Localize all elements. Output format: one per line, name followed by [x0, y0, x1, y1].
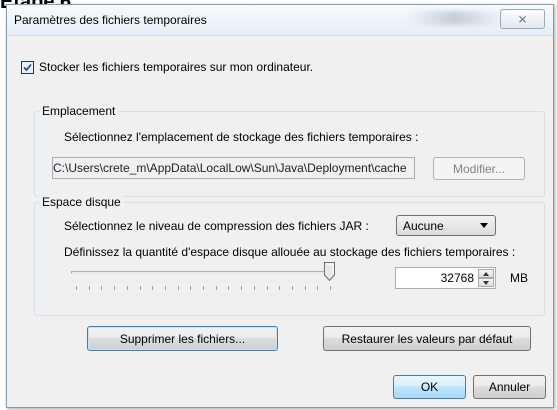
store-temp-files-label: Stocker les fichiers temporaires sur mon…	[39, 60, 314, 74]
disk-space-legend: Espace disque	[39, 195, 124, 209]
disk-space-unit: MB	[510, 271, 528, 285]
slider-tick	[203, 286, 204, 290]
slider-tick	[89, 286, 90, 290]
close-icon: ⨯	[517, 12, 528, 26]
spin-down-button[interactable]	[478, 278, 494, 287]
dropdown-arrow-icon	[480, 223, 488, 228]
location-group: Emplacement Sélectionnez l'emplacement d…	[34, 104, 545, 197]
close-button[interactable]: ⨯	[500, 9, 545, 29]
dialog-content: Stocker les fichiers temporaires sur mon…	[7, 36, 553, 407]
slider-tick	[254, 286, 255, 290]
window-title: Paramètres des fichiers temporaires	[14, 13, 207, 27]
store-temp-files-checkbox[interactable]	[21, 60, 34, 74]
slider-tick	[317, 286, 318, 290]
compression-select[interactable]: Aucune	[396, 215, 496, 236]
location-legend: Emplacement	[39, 104, 119, 118]
slider-tick	[292, 286, 293, 290]
slider-tick	[127, 286, 128, 290]
location-instruction: Sélectionnez l'emplacement de stockage d…	[64, 130, 419, 144]
spin-buttons	[478, 269, 494, 287]
cache-path-field[interactable]: C:\Users\crete_m\AppData\LocalLow\Sun\Ja…	[52, 157, 415, 179]
modify-button[interactable]: Modifier...	[433, 157, 525, 180]
title-bar: Paramètres des fichiers temporaires ⨯	[7, 5, 553, 36]
disk-space-group: Espace disque Sélectionnez le niveau de …	[34, 195, 545, 316]
checkmark-icon	[23, 63, 32, 71]
disk-space-slider-track[interactable]	[71, 271, 335, 274]
slider-tick	[140, 286, 141, 290]
compression-label: Sélectionnez le niveau de compression de…	[64, 219, 369, 233]
spin-up-button[interactable]	[478, 269, 494, 278]
slider-tick	[190, 286, 191, 290]
slider-tick	[165, 286, 166, 290]
slider-tick	[305, 286, 306, 290]
slider-tick	[152, 286, 153, 290]
slider-tick	[101, 286, 102, 290]
slider-tick	[114, 286, 115, 290]
slider-tick	[216, 286, 217, 290]
disk-space-spinbox[interactable]: 32768	[395, 267, 496, 289]
title-bar-blur	[407, 11, 503, 25]
slider-tick	[241, 286, 242, 290]
slider-ticks	[71, 286, 335, 292]
delete-files-button[interactable]: Supprimer les fichiers...	[87, 326, 278, 351]
slider-tick	[228, 286, 229, 290]
restore-defaults-button[interactable]: Restaurer les valeurs par défaut	[323, 326, 531, 351]
cancel-button[interactable]: Annuler	[473, 375, 546, 399]
compression-value: Aucune	[403, 218, 444, 233]
ok-button[interactable]: OK	[393, 375, 466, 399]
spin-down-icon	[483, 280, 489, 285]
store-temp-files-row: Stocker les fichiers temporaires sur mon…	[21, 60, 313, 74]
slider-tick	[279, 286, 280, 290]
spin-up-icon	[483, 271, 489, 276]
disk-space-label: Définissez la quantité d'espace disque a…	[64, 245, 516, 259]
cache-path-value: C:\Users\crete_m\AppData\LocalLow\Sun\Ja…	[53, 161, 407, 175]
slider-tick	[178, 286, 179, 290]
disk-space-slider-thumb[interactable]	[324, 262, 335, 281]
slider-tick	[330, 286, 331, 290]
slider-tick	[267, 286, 268, 290]
temp-files-dialog: Paramètres des fichiers temporaires ⨯ St…	[6, 4, 554, 408]
disk-space-value: 32768	[440, 271, 474, 285]
slider-tick	[76, 286, 77, 290]
